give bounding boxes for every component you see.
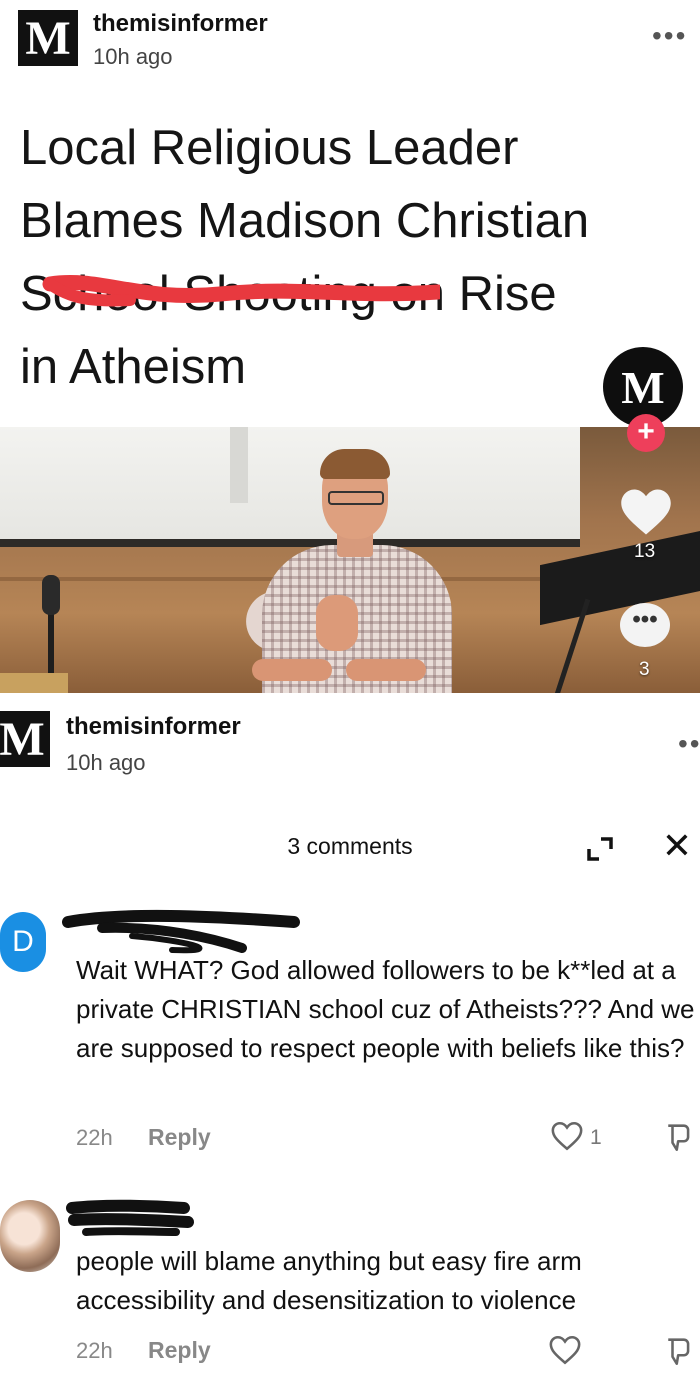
- projector-screen: [0, 427, 580, 547]
- more-options-icon[interactable]: •••: [652, 22, 687, 50]
- publisher-logo-2[interactable]: M: [0, 711, 50, 767]
- commenter-avatar-photo[interactable]: [0, 1200, 60, 1272]
- speaker-forearm-right: [346, 659, 426, 681]
- comment-like-count: 1: [590, 1126, 602, 1149]
- comment-bubble-icon[interactable]: •••: [620, 603, 670, 647]
- comment-like-heart-icon[interactable]: [550, 1120, 584, 1152]
- speaker-hands: [316, 595, 358, 651]
- like-count: 13: [634, 541, 656, 562]
- like-heart-icon[interactable]: [619, 485, 673, 539]
- screen-bar: [230, 427, 248, 503]
- expand-icon[interactable]: [585, 835, 615, 863]
- follow-plus-button[interactable]: +: [627, 414, 665, 452]
- red-scribble-strike: [42, 274, 440, 307]
- dislike-icon-2[interactable]: [664, 1334, 698, 1368]
- headline-line-1: Local Religious Leader: [20, 121, 519, 175]
- post2-username[interactable]: themisinformer: [66, 713, 241, 741]
- microphone: [42, 575, 60, 615]
- comment-like-heart-icon-2[interactable]: [548, 1334, 582, 1366]
- post2-time: 10h ago: [66, 750, 146, 775]
- comment-text-2: people will blame anything but easy fire…: [76, 1246, 582, 1315]
- post-time: 10h ago: [93, 44, 173, 69]
- headline-line-4: in Atheism: [20, 340, 247, 394]
- reply-button-2[interactable]: Reply: [148, 1337, 211, 1364]
- headline-line-3: School Shooting on Rise: [20, 258, 690, 331]
- headline-line-2: Blames Madison Christian: [20, 194, 590, 248]
- post-headline: Local Religious Leader Blames Madison Ch…: [20, 112, 690, 404]
- struck-text: School Shooting: [20, 258, 440, 331]
- post-photo[interactable]: [0, 427, 700, 693]
- speaker-forearm-left: [252, 659, 332, 681]
- comment-count: 3: [639, 659, 650, 680]
- comment-time: 22h: [76, 1125, 113, 1150]
- dislike-icon[interactable]: [664, 1120, 698, 1154]
- more-options-icon-2[interactable]: ••: [678, 730, 700, 758]
- speaker-glasses: [328, 491, 384, 505]
- comment-text: Wait WHAT? God allowed followers to be k…: [76, 955, 695, 1063]
- speaker-hair: [320, 449, 390, 479]
- podium-edge: [0, 673, 68, 693]
- commenter-avatar[interactable]: D: [0, 912, 46, 972]
- publisher-logo[interactable]: M: [18, 10, 78, 66]
- comment-time-2: 22h: [76, 1338, 113, 1363]
- redacted-username-scribble-2: [66, 1199, 194, 1236]
- close-icon[interactable]: ✕: [660, 828, 694, 864]
- post-username[interactable]: themisinformer: [93, 10, 268, 38]
- reply-button[interactable]: Reply: [148, 1124, 211, 1151]
